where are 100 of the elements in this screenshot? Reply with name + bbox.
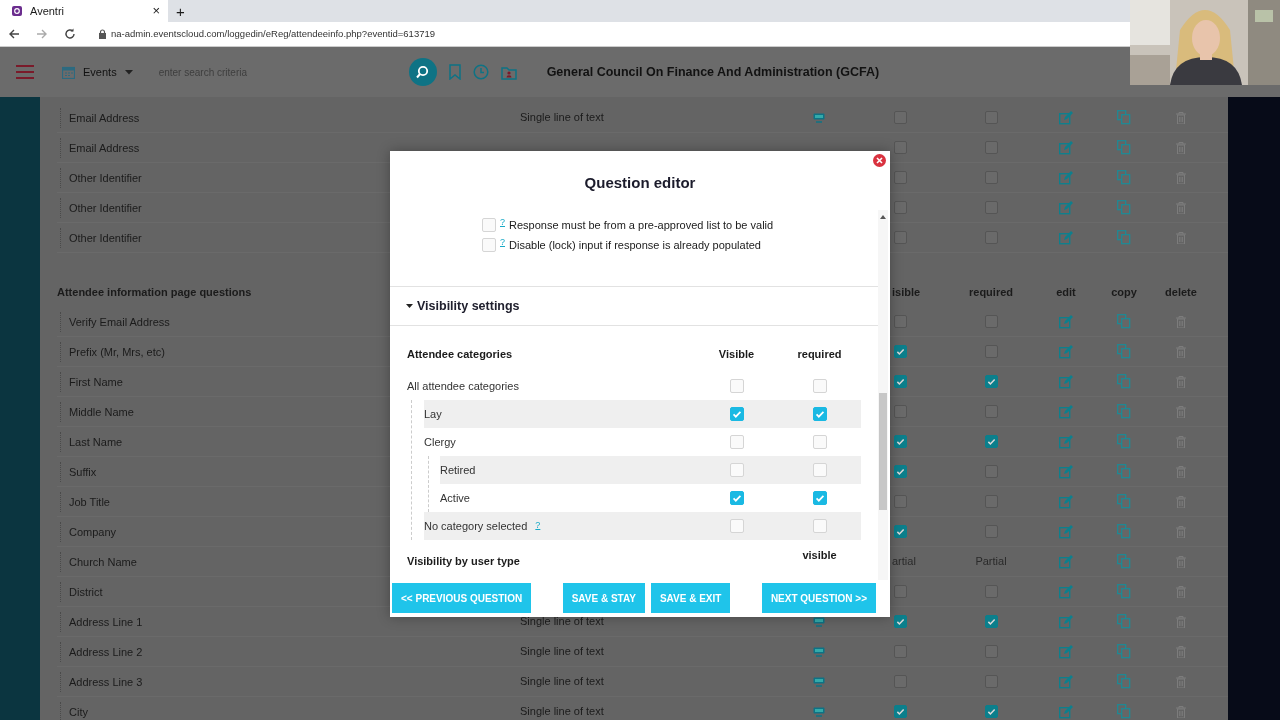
edit-icon[interactable] bbox=[1059, 554, 1073, 569]
edit-icon[interactable] bbox=[1059, 464, 1073, 479]
folder-icon[interactable] bbox=[500, 64, 517, 80]
visible-checkbox[interactable] bbox=[893, 705, 907, 718]
visible-checkbox[interactable] bbox=[893, 435, 907, 448]
visible-checkbox[interactable] bbox=[893, 375, 907, 388]
edit-icon[interactable] bbox=[1059, 344, 1073, 359]
required-checkbox[interactable] bbox=[984, 435, 998, 448]
visible-checkbox[interactable] bbox=[893, 171, 907, 184]
option-checkbox[interactable] bbox=[482, 238, 496, 252]
visible-checkbox[interactable] bbox=[893, 141, 907, 154]
trash-icon[interactable] bbox=[1176, 525, 1186, 538]
dialog-button[interactable]: NEXT QUESTION >> bbox=[761, 583, 876, 613]
dialog-button[interactable]: << PREVIOUS QUESTION bbox=[392, 583, 532, 613]
visible-checkbox[interactable] bbox=[893, 615, 907, 628]
copy-icon[interactable] bbox=[1117, 230, 1131, 245]
copy-icon[interactable] bbox=[1117, 554, 1131, 569]
edit-icon[interactable] bbox=[1059, 434, 1073, 449]
clock-icon[interactable] bbox=[472, 64, 489, 80]
visible-checkbox[interactable] bbox=[893, 345, 907, 358]
trash-icon[interactable] bbox=[1176, 405, 1186, 418]
copy-icon[interactable] bbox=[1117, 374, 1131, 389]
copy-icon[interactable] bbox=[1117, 314, 1131, 329]
scrollbar[interactable] bbox=[878, 210, 888, 580]
close-icon[interactable] bbox=[873, 154, 886, 167]
copy-icon[interactable] bbox=[1117, 464, 1131, 479]
help-link[interactable]: ? bbox=[500, 236, 505, 250]
edit-icon[interactable] bbox=[1059, 644, 1073, 659]
visible-checkbox[interactable] bbox=[729, 407, 744, 421]
copy-icon[interactable] bbox=[1117, 704, 1131, 719]
edit-icon[interactable] bbox=[1059, 314, 1073, 329]
edit-icon[interactable] bbox=[1059, 674, 1073, 689]
trash-icon[interactable] bbox=[1176, 465, 1186, 478]
caret-icon[interactable] bbox=[406, 302, 413, 310]
forward-icon[interactable] bbox=[36, 28, 48, 40]
tab-title[interactable]: Aventri bbox=[30, 2, 145, 20]
new-tab-button[interactable]: + bbox=[176, 2, 185, 22]
trash-icon[interactable] bbox=[1176, 345, 1186, 358]
edit-icon[interactable] bbox=[1059, 230, 1073, 245]
trash-icon[interactable] bbox=[1176, 675, 1186, 688]
edit-icon[interactable] bbox=[1059, 614, 1073, 629]
visible-checkbox[interactable] bbox=[729, 491, 744, 505]
menu-icon[interactable] bbox=[16, 64, 34, 80]
trash-icon[interactable] bbox=[1176, 585, 1186, 598]
copy-icon[interactable] bbox=[1117, 170, 1131, 185]
visible-checkbox[interactable] bbox=[893, 495, 907, 508]
visible-checkbox[interactable] bbox=[893, 465, 907, 478]
edit-icon[interactable] bbox=[1059, 110, 1073, 125]
trash-icon[interactable] bbox=[1176, 231, 1186, 244]
edit-icon[interactable] bbox=[1059, 704, 1073, 719]
dialog-button[interactable]: SAVE & STAY bbox=[562, 583, 645, 613]
copy-icon[interactable] bbox=[1117, 644, 1131, 659]
copy-icon[interactable] bbox=[1117, 614, 1131, 629]
edit-icon[interactable] bbox=[1059, 200, 1073, 215]
trash-icon[interactable] bbox=[1176, 111, 1186, 124]
trash-icon[interactable] bbox=[1176, 555, 1186, 568]
trash-icon[interactable] bbox=[1176, 171, 1186, 184]
copy-icon[interactable] bbox=[1117, 524, 1131, 539]
copy-icon[interactable] bbox=[1117, 140, 1131, 155]
visible-checkbox[interactable] bbox=[893, 585, 907, 598]
copy-icon[interactable] bbox=[1117, 434, 1131, 449]
trash-icon[interactable] bbox=[1176, 141, 1186, 154]
edit-icon[interactable] bbox=[1059, 494, 1073, 509]
copy-icon[interactable] bbox=[1117, 200, 1131, 215]
trash-icon[interactable] bbox=[1176, 645, 1186, 658]
required-checkbox[interactable] bbox=[984, 705, 998, 718]
events-dropdown[interactable]: Events bbox=[83, 63, 117, 81]
visible-checkbox[interactable] bbox=[893, 201, 907, 214]
trash-icon[interactable] bbox=[1176, 375, 1186, 388]
tab-close-button[interactable]: × bbox=[152, 1, 160, 21]
reload-icon[interactable] bbox=[64, 28, 76, 40]
copy-icon[interactable] bbox=[1117, 110, 1131, 125]
section-title[interactable]: Visibility settings bbox=[417, 296, 520, 316]
back-icon[interactable] bbox=[8, 28, 20, 40]
help-link[interactable]: ? bbox=[500, 216, 505, 230]
edit-icon[interactable] bbox=[1059, 170, 1073, 185]
edit-icon[interactable] bbox=[1059, 140, 1073, 155]
scroll-up-icon[interactable] bbox=[880, 215, 886, 219]
required-checkbox[interactable] bbox=[984, 375, 998, 388]
edit-icon[interactable] bbox=[1059, 584, 1073, 599]
copy-icon[interactable] bbox=[1117, 404, 1131, 419]
copy-icon[interactable] bbox=[1117, 674, 1131, 689]
copy-icon[interactable] bbox=[1117, 584, 1131, 599]
trash-icon[interactable] bbox=[1176, 315, 1186, 328]
edit-icon[interactable] bbox=[1059, 404, 1073, 419]
trash-icon[interactable] bbox=[1176, 495, 1186, 508]
trash-icon[interactable] bbox=[1176, 615, 1186, 628]
required-checkbox[interactable] bbox=[984, 615, 998, 628]
option-checkbox[interactable] bbox=[482, 218, 496, 232]
edit-icon[interactable] bbox=[1059, 524, 1073, 539]
url-text[interactable]: na-admin.eventscloud.com/loggedin/eReg/attendeeinfo.php?eventid=613719 bbox=[111, 26, 436, 42]
required-checkbox[interactable] bbox=[812, 491, 827, 505]
visible-checkbox[interactable] bbox=[893, 231, 907, 244]
bookmark-icon[interactable] bbox=[448, 64, 461, 80]
required-checkbox[interactable] bbox=[812, 407, 827, 421]
edit-icon[interactable] bbox=[1059, 374, 1073, 389]
copy-icon[interactable] bbox=[1117, 344, 1131, 359]
help-link[interactable]: ? bbox=[535, 518, 541, 533]
copy-icon[interactable] bbox=[1117, 494, 1131, 509]
visible-checkbox[interactable] bbox=[893, 405, 907, 418]
